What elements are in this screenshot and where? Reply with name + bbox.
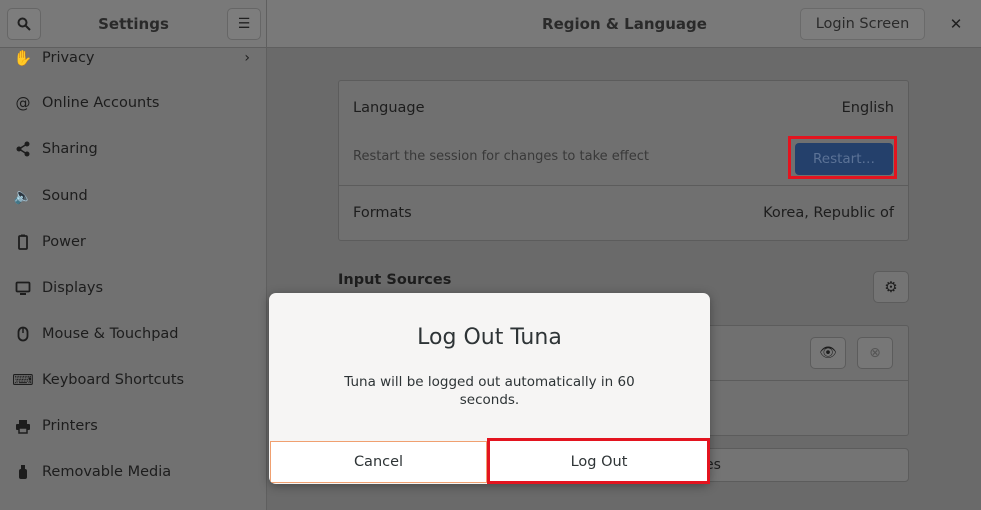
display-icon <box>12 279 34 297</box>
gear-icon: ⚙ <box>884 278 898 296</box>
sidebar-item-label: Power <box>42 234 86 250</box>
sidebar-item-label: Displays <box>42 280 104 296</box>
sidebar-item-mouse[interactable]: Mouse & Touchpad <box>0 311 266 357</box>
close-icon: ✕ <box>949 15 963 33</box>
sidebar-item-online-accounts[interactable]: @ Online Accounts <box>0 80 266 126</box>
sidebar-item-label: Mouse & Touchpad <box>42 326 179 342</box>
cancel-button[interactable]: Cancel <box>270 441 487 483</box>
close-button[interactable]: ✕ <box>944 12 968 36</box>
mouse-icon <box>12 325 34 343</box>
language-label[interactable]: Language <box>353 100 425 116</box>
sidebar-item-removable-media[interactable]: Removable Media <box>0 449 266 495</box>
sidebar-title: Settings <box>98 15 169 33</box>
sidebar-item-printers[interactable]: Printers <box>0 403 266 449</box>
share-icon <box>12 140 34 158</box>
sidebar: ✋ Privacy › @ Online Accounts Sharing 🔈 … <box>0 48 267 510</box>
remove-icon: ⊗ <box>869 345 881 361</box>
preview-button[interactable]: 👁 <box>810 337 846 369</box>
sidebar-item-sharing[interactable]: Sharing <box>0 126 266 172</box>
sidebar-item-label: Sharing <box>42 141 98 157</box>
sidebar-item-power[interactable]: Power <box>0 219 266 265</box>
divider <box>339 185 908 186</box>
sidebar-item-privacy[interactable]: ✋ Privacy › <box>0 35 266 81</box>
login-screen-button[interactable]: Login Screen <box>800 8 925 40</box>
chevron-right-icon: › <box>244 50 250 66</box>
sidebar-item-sound[interactable]: 🔈 Sound <box>0 173 266 219</box>
restart-highlight-box <box>788 136 897 179</box>
usb-icon <box>12 463 34 481</box>
sidebar-item-keyboard-shortcuts[interactable]: ⌨ Keyboard Shortcuts <box>0 357 266 403</box>
printer-icon <box>12 417 34 435</box>
formats-label[interactable]: Formats <box>353 205 412 221</box>
input-sources-settings-button[interactable]: ⚙ <box>873 271 909 303</box>
sidebar-item-label: Printers <box>42 418 98 434</box>
sidebar-item-label: Removable Media <box>42 464 172 480</box>
dialog-title: Log Out Tuna <box>417 325 562 350</box>
sidebar-item-label: Keyboard Shortcuts <box>42 372 185 388</box>
sidebar-item-displays[interactable]: Displays <box>0 265 266 311</box>
keyboard-icon: ⌨ <box>12 371 34 389</box>
dialog-message: Tuna will be logged out automatically in… <box>344 374 635 408</box>
search-icon <box>17 17 31 31</box>
at-icon: @ <box>15 94 31 112</box>
power-icon <box>12 233 34 251</box>
input-sources-title: Input Sources <box>338 272 452 288</box>
hamburger-icon: ☰ <box>237 16 251 32</box>
formats-value[interactable]: Korea, Republic of <box>763 205 894 221</box>
sidebar-item-label: Online Accounts <box>42 95 160 111</box>
restart-hint: Restart the session for changes to take … <box>353 149 649 164</box>
sidebar-item-label: Privacy <box>42 50 95 66</box>
speaker-icon: 🔈 <box>13 187 33 205</box>
hand-icon: ✋ <box>13 49 33 67</box>
eye-icon: 👁 <box>819 345 837 361</box>
sidebar-item-label: Sound <box>42 188 88 204</box>
language-value[interactable]: English <box>842 100 894 116</box>
logout-highlight-box <box>487 438 710 484</box>
remove-button[interactable]: ⊗ <box>857 337 893 369</box>
